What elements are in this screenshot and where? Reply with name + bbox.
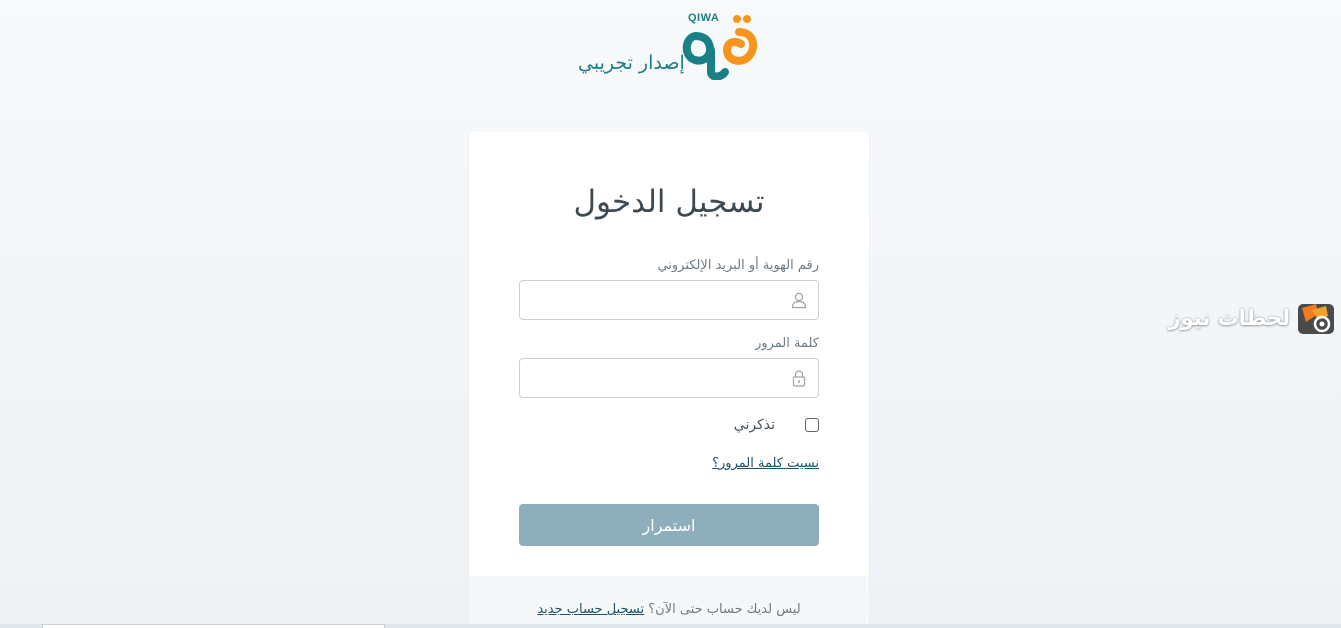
- logo-subtitle: إصدار تجريبي: [578, 52, 685, 74]
- qiwa-logo[interactable]: QIWA إصدار تجريبي: [578, 10, 763, 80]
- page-title: تسجيل الدخول: [573, 184, 765, 220]
- qiwa-logo-mark-icon: [682, 15, 758, 80]
- password-field-label: كلمة المرور: [755, 336, 819, 351]
- register-prompt-text: ليس لديك حساب حتى الآن؟: [648, 602, 801, 617]
- continue-button[interactable]: استمرار: [519, 504, 819, 546]
- id-field-label: رقم الهوية أو البريد الإلكتروني: [657, 258, 819, 273]
- bottom-bar: [0, 624, 1341, 628]
- lock-icon: [792, 370, 806, 387]
- card-footer: ليس لديك حساب حتى الآن؟ تسجيل حساب جديد: [469, 576, 869, 628]
- watermark: لحظات نيوز: [1168, 296, 1338, 340]
- password-field[interactable]: [519, 358, 819, 399]
- password-input[interactable]: [528, 359, 782, 399]
- login-card: تسجيل الدخول رقم الهوية أو البريد الإلكت…: [469, 132, 869, 628]
- login-page: QIWA إصدار تجريبي تسجيل الدخول رقم الهوي…: [0, 0, 1341, 628]
- register-link[interactable]: تسجيل حساب جديد: [537, 602, 644, 617]
- register-prompt: ليس لديك حساب حتى الآن؟ تسجيل حساب جديد: [469, 602, 869, 617]
- id-input[interactable]: [528, 281, 782, 321]
- id-field[interactable]: [519, 280, 819, 321]
- user-icon: [791, 292, 807, 309]
- remember-me-row[interactable]: تذكرني: [734, 416, 819, 434]
- remember-me-label[interactable]: تذكرني: [734, 417, 775, 433]
- watermark-text: لحظات نيوز: [1168, 306, 1291, 330]
- forgot-password-link[interactable]: نسيت كلمة المرور؟: [712, 456, 819, 471]
- bottom-bar-segment: [42, 624, 385, 628]
- watermark-logo-icon: [1298, 304, 1334, 334]
- remember-me-checkbox[interactable]: [805, 418, 819, 432]
